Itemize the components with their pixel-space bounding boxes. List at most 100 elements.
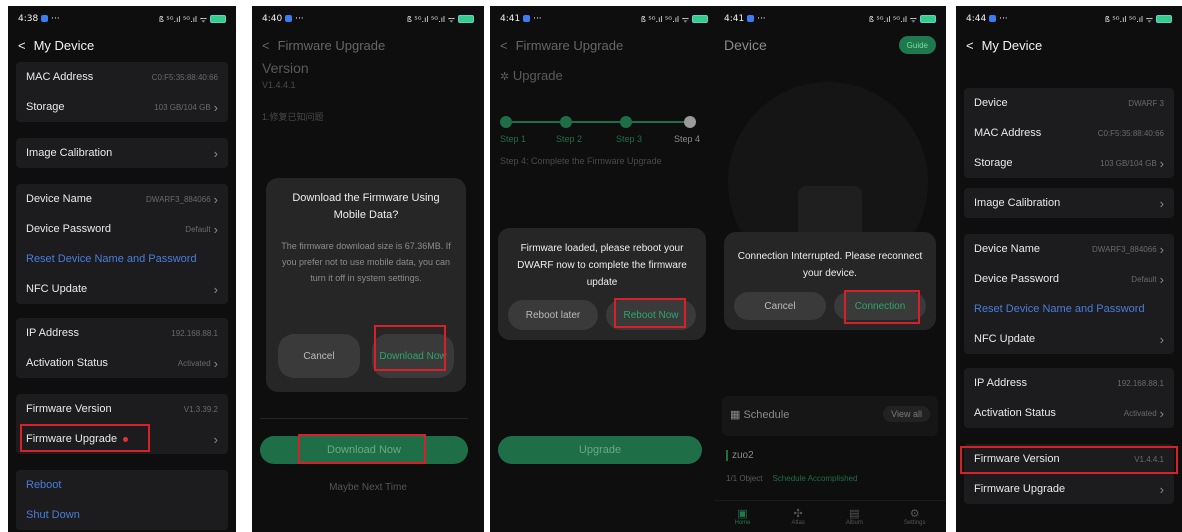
battery-icon bbox=[920, 15, 936, 23]
calendar-icon: ▦ bbox=[730, 409, 741, 421]
connection-button[interactable]: Connection bbox=[834, 292, 926, 320]
connection-dialog: Connection Interrupted. Please reconnect… bbox=[724, 232, 936, 330]
step-1-label: Step 1 bbox=[500, 134, 527, 144]
spinner-icon: ✲ bbox=[500, 71, 510, 83]
nav-bar: < Firmware Upgrade bbox=[500, 34, 708, 56]
chevron-right-icon: › bbox=[1159, 241, 1164, 257]
maybe-next-time-link[interactable]: Maybe Next Time bbox=[252, 482, 484, 493]
cancel-button[interactable]: Cancel bbox=[734, 292, 826, 320]
step-4-label: Step 4 bbox=[674, 134, 701, 144]
nav-bar: < My Device bbox=[966, 34, 1172, 56]
chevron-right-icon: › bbox=[213, 281, 218, 297]
view-all-button[interactable]: View all bbox=[883, 406, 930, 422]
tab-atlas[interactable]: ✣ Atlas bbox=[791, 507, 804, 526]
chevron-right-icon: › bbox=[213, 191, 218, 207]
chevron-right-icon: › bbox=[213, 145, 218, 161]
reset-name-password-link[interactable]: Reset Device Name and Password bbox=[964, 294, 1174, 324]
status-bar: 4:40 ··· ß ⁵ᴳ.ıl ⁵ᴳ.ıl ᯤ bbox=[262, 12, 474, 26]
chevron-right-icon: › bbox=[213, 355, 218, 371]
reboot-later-button[interactable]: Reboot later bbox=[508, 300, 598, 330]
dialog-body: The firmware download size is 67.36MB. I… bbox=[281, 241, 451, 283]
back-icon[interactable]: < bbox=[500, 38, 508, 53]
group-info: Device DWARF 3 MAC Address C0:F5:35:88:40:… bbox=[964, 88, 1174, 178]
schedule-object-count: 1/1 Object bbox=[726, 474, 763, 483]
row-calibration[interactable]: Image Calibration › bbox=[964, 188, 1174, 218]
shutdown-button[interactable]: Shut Down bbox=[16, 500, 228, 530]
status-time: 4:38 bbox=[18, 14, 39, 24]
dialog-text: Connection Interrupted. Please reconnect… bbox=[737, 251, 923, 279]
group-power: Reboot Shut Down bbox=[16, 470, 228, 530]
mobile-data-dialog: Download the Firmware Using Mobile Data?… bbox=[266, 178, 466, 392]
schedule-header: ▦ Schedule View all bbox=[722, 396, 938, 436]
back-icon[interactable]: < bbox=[262, 38, 270, 53]
home-icon: ▣ bbox=[737, 508, 748, 520]
page-title: Firmware Upgrade bbox=[515, 37, 624, 53]
upgrade-button[interactable]: Upgrade bbox=[498, 436, 702, 464]
row-nfc-update[interactable]: NFC Update › bbox=[16, 274, 228, 304]
group-calibration: Image Calibration › bbox=[16, 138, 228, 168]
reset-name-password-link[interactable]: Reset Device Name and Password bbox=[16, 244, 228, 274]
row-firmware-upgrade[interactable]: Firmware Upgrade › bbox=[964, 474, 1174, 504]
reboot-button[interactable]: Reboot bbox=[16, 470, 228, 500]
group-info: MAC Address C0:F5:35:88:40:66 Storage 103 … bbox=[16, 62, 228, 122]
step-progress: Step 1 Step 2 Step 3 Step 4 bbox=[500, 116, 708, 156]
row-device: Device DWARF 3 bbox=[974, 97, 1164, 109]
chevron-right-icon: › bbox=[1159, 271, 1164, 287]
row-storage[interactable]: Storage 103 GB/104 GB › bbox=[16, 92, 228, 122]
chevron-right-icon: › bbox=[1159, 331, 1164, 347]
row-device-name[interactable]: Device Name DWARF3_884066 › bbox=[16, 184, 228, 214]
download-now-dialog-button[interactable]: Download Now bbox=[372, 334, 454, 378]
step-2-dot bbox=[560, 116, 572, 128]
group-firmware: Firmware Version V1.3.39.2 Firmware Upgra… bbox=[16, 394, 228, 454]
nav-bar: < My Device bbox=[18, 34, 226, 56]
schedule-item-name[interactable]: zuo2 bbox=[726, 450, 754, 461]
row-firmware-version: Firmware Version V1.3.39.2 bbox=[26, 403, 218, 415]
cancel-button[interactable]: Cancel bbox=[278, 334, 360, 378]
group-network: IP Address 192.168.88.1 Activation Status… bbox=[964, 368, 1174, 428]
page-title: My Device bbox=[33, 37, 95, 53]
tab-bar: ▣ Home ✣ Atlas ▤ Album ⚙ Settings bbox=[714, 500, 946, 532]
download-now-button[interactable]: Download Now bbox=[260, 436, 468, 464]
chevron-right-icon: › bbox=[213, 431, 218, 447]
battery-icon bbox=[1156, 15, 1172, 23]
back-icon[interactable]: < bbox=[966, 38, 974, 53]
release-notes: 1.修复已知问题 bbox=[262, 112, 324, 122]
tab-home[interactable]: ▣ Home bbox=[734, 507, 750, 526]
guide-button[interactable]: Guide bbox=[898, 36, 936, 54]
chevron-right-icon: › bbox=[1159, 405, 1164, 421]
tab-album[interactable]: ▤ Album bbox=[846, 507, 863, 526]
row-firmware-version: Firmware Version V1.4.4.1 bbox=[974, 453, 1164, 465]
row-nfc-update[interactable]: NFC Update › bbox=[964, 324, 1174, 354]
step-2-label: Step 2 bbox=[556, 134, 583, 144]
chevron-right-icon: › bbox=[1159, 481, 1164, 497]
chevron-right-icon: › bbox=[213, 99, 218, 115]
step-3-label: Step 3 bbox=[616, 134, 643, 144]
row-firmware-upgrade[interactable]: Firmware Upgrade › bbox=[16, 424, 228, 454]
back-icon[interactable]: < bbox=[18, 38, 26, 53]
row-calibration[interactable]: Image Calibration › bbox=[16, 138, 228, 168]
row-storage[interactable]: Storage 103 GB/104 GB › bbox=[964, 148, 1174, 178]
row-ip: IP Address 192.168.88.1 bbox=[974, 377, 1164, 389]
status-bar: 4:41 ··· ß ⁵ᴳ.ıl ⁵ᴳ.ıl ᯤ bbox=[724, 12, 936, 26]
group-firmware: Firmware Version V1.4.4.1 Firmware Upgrad… bbox=[964, 444, 1174, 504]
row-device-password[interactable]: Device Password Default › bbox=[964, 264, 1174, 294]
step-4-dot bbox=[684, 116, 696, 128]
screen-my-device-after: 4:44 ··· ß ⁵ᴳ.ıl ⁵ᴳ.ıl ᯤ < My Device Dev… bbox=[956, 6, 1182, 532]
group-network: IP Address 192.168.88.1 Activation Status… bbox=[16, 318, 228, 378]
tab-settings[interactable]: ⚙ Settings bbox=[904, 507, 926, 526]
screen-firmware-reboot-dialog: 4:41 ··· ß ⁵ᴳ.ıl ⁵ᴳ.ıl ᯤ < Firmware Upgr… bbox=[490, 6, 718, 532]
step-1-dot bbox=[500, 116, 512, 128]
row-device-password[interactable]: Device Password Default › bbox=[16, 214, 228, 244]
row-activation[interactable]: Activation Status Activated › bbox=[964, 398, 1174, 428]
upgrade-heading: ✲ Upgrade bbox=[500, 68, 563, 83]
reboot-now-button[interactable]: Reboot Now bbox=[606, 300, 696, 330]
group-device-name: Device Name DWARF3_884066 › Device Passwor… bbox=[16, 184, 228, 304]
row-device-name[interactable]: Device Name DWARF3_884066 › bbox=[964, 234, 1174, 264]
gear-icon: ⚙ bbox=[909, 508, 920, 520]
status-bar: 4:38 ··· ß ⁵ᴳ.ıl ⁵ᴳ.ıl ᯤ bbox=[18, 12, 226, 26]
row-activation[interactable]: Activation Status Activated › bbox=[16, 348, 228, 378]
row-ip: IP Address 192.168.88.1 bbox=[26, 327, 218, 339]
dialog-text: Firmware loaded, please reboot your DWAR… bbox=[517, 243, 687, 288]
chevron-right-icon: › bbox=[1159, 155, 1164, 171]
screen-device-connection-dialog: 4:41 ··· ß ⁵ᴳ.ıl ⁵ᴳ.ıl ᯤ Device Guide Co… bbox=[714, 6, 946, 532]
